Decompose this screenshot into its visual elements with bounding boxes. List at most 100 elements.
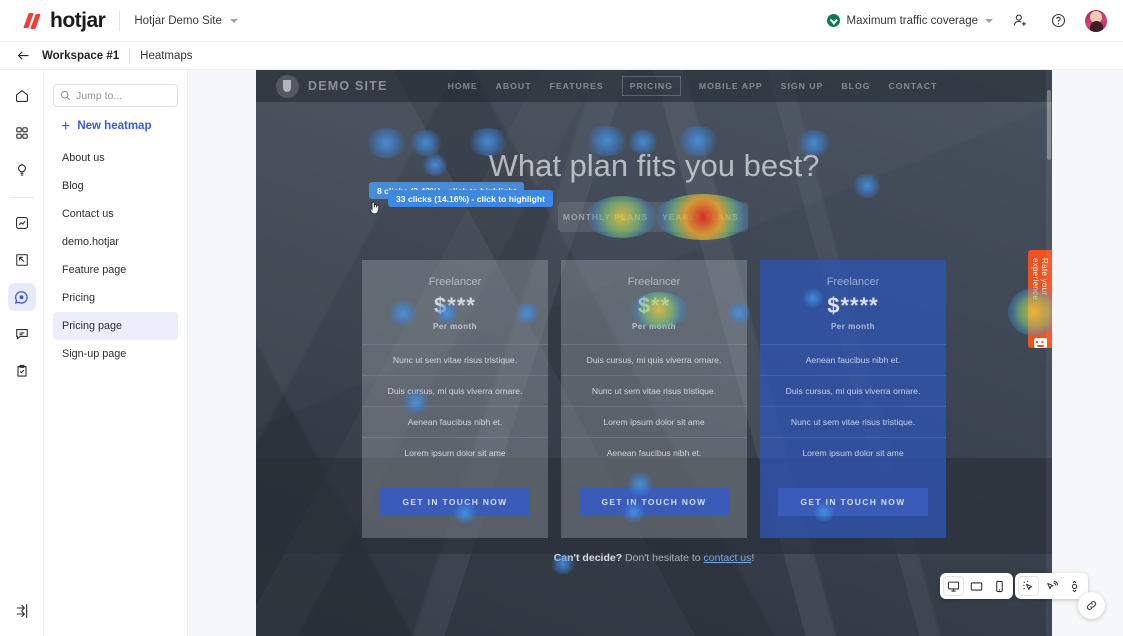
pricing-card-title: Freelancer — [627, 276, 681, 288]
heatmap-list-item[interactable]: Blog — [53, 172, 178, 200]
new-heatmap-button[interactable]: + New heatmap — [53, 117, 178, 135]
get-in-touch-button[interactable]: GET IN TOUCH NOW — [380, 488, 530, 516]
surveys-icon[interactable] — [8, 357, 36, 385]
header-actions: Maximum traffic coverage — [826, 9, 1123, 32]
tablet-icon[interactable] — [966, 576, 987, 596]
search-box[interactable] — [53, 84, 178, 107]
pricing-card: Freelancer $*** Per month Nunc ut sem vitae… — [362, 260, 548, 538]
pointer-hand-icon — [368, 200, 382, 216]
recordings-icon[interactable] — [8, 246, 36, 274]
home-icon[interactable] — [8, 82, 36, 110]
device-toolbar — [940, 573, 1013, 599]
heatmap-list-item[interactable]: Pricing — [53, 284, 178, 312]
top-header: hotjar Hotjar Demo Site Maximum traffic … — [0, 0, 1123, 42]
preview-scrollbar-track[interactable] — [1046, 70, 1052, 636]
site-logo-icon — [276, 74, 299, 98]
share-link-icon[interactable] — [1078, 592, 1105, 619]
help-circle-icon[interactable] — [1047, 10, 1069, 32]
add-user-icon[interactable] — [1009, 10, 1031, 32]
pricing-card-period: Per month — [830, 322, 876, 331]
hotjar-mark-icon — [24, 11, 43, 30]
pricing-card-period: Per month — [631, 322, 677, 331]
expand-sidebar-icon[interactable] — [10, 602, 34, 626]
pricing-card-feature: Aenean faucibus nibh et. — [760, 344, 946, 375]
avatar[interactable] — [1085, 9, 1107, 32]
toggle-yearly[interactable]: YEARLY PLANS — [653, 202, 748, 232]
pricing-card-price: $*** — [434, 293, 476, 318]
pricing-card-feature: Duis cursus, mi quis viverra ornare. — [760, 375, 946, 406]
pricing-card-feature: Nunc ut sem vitae risus tristique. — [561, 375, 747, 406]
toggle-monthly[interactable]: MONTHLY PLANS — [558, 202, 653, 232]
heatmaps-icon[interactable] — [7, 283, 36, 311]
lightbulb-icon[interactable] — [8, 156, 36, 184]
preview-scrollbar-thumb[interactable] — [1047, 90, 1051, 160]
back-arrow-icon[interactable] — [14, 47, 32, 65]
get-in-touch-button[interactable]: GET IN TOUCH NOW — [778, 488, 928, 516]
heatmap-list-item[interactable]: demo.hotjar — [53, 228, 178, 256]
heatmap-list-item[interactable]: About us — [53, 144, 178, 172]
pricing-card-period: Per month — [432, 322, 478, 331]
pricing-card: Freelancer $**** Per month Aenean faucibus … — [760, 260, 946, 538]
cant-decide-text: Don't hesitate to — [622, 552, 704, 564]
new-heatmap-label: New heatmap — [77, 120, 152, 132]
contact-us-link[interactable]: contact us — [704, 552, 752, 564]
pricing-cards: Freelancer $*** Per month Nunc ut sem vitae… — [256, 260, 1052, 538]
dashboard-icon[interactable] — [8, 119, 36, 147]
pricing-card-cta-wrap: GET IN TOUCH NOW — [561, 468, 747, 538]
hotjar-heatmap-app: hotjar Hotjar Demo Site Maximum traffic … — [0, 0, 1123, 636]
pricing-card-feature: Duis cursus, mi quis viverra ornare. — [561, 344, 747, 375]
heatmap-list-item[interactable]: Contact us — [53, 200, 178, 228]
pricing-card: Freelancer $** Per month Duis cursus, mi qu… — [561, 260, 747, 538]
heatmap-mode-toolbar — [1015, 573, 1088, 599]
site-selector-label: Hotjar Demo Site — [134, 14, 222, 27]
pricing-card-feature: Aenean faucibus nibh et. — [561, 437, 747, 468]
feedback-icon[interactable] — [8, 320, 36, 348]
heatmap-list-item[interactable]: Sign-up page — [53, 340, 178, 368]
site-selector[interactable]: Hotjar Demo Site — [134, 15, 238, 27]
pricing-card-header: Freelancer $*** Per month — [362, 260, 548, 344]
breadcrumb-current[interactable]: Heatmaps — [140, 50, 192, 62]
pricing-card-feature: Nunc ut sem vitae risus tristique. — [760, 406, 946, 437]
header-divider — [119, 10, 121, 31]
scroll-map-icon[interactable] — [1064, 576, 1085, 596]
search-icon — [60, 90, 71, 101]
heatmap-stage: DEMO SITE HOME ABOUT FEATURES PRICING MOBILE… — [188, 70, 1123, 636]
site-nav-link[interactable]: FEATURES — [550, 81, 604, 91]
pricing-card-header: Freelancer $**** Per month — [760, 260, 946, 344]
site-nav-link[interactable]: MOBILE APP — [699, 81, 763, 91]
click-map-icon[interactable] — [1018, 576, 1039, 596]
cant-decide-tail: ! — [751, 552, 755, 564]
plus-icon: + — [61, 117, 71, 135]
site-nav-link[interactable]: PRICING — [621, 76, 681, 96]
search-input[interactable] — [76, 89, 177, 102]
move-map-icon[interactable] — [1041, 576, 1062, 596]
breadcrumb-workspace[interactable]: Workspace #1 — [42, 50, 119, 62]
pricing-card-header: Freelancer $** Per month — [561, 260, 747, 344]
mobile-icon[interactable] — [989, 576, 1010, 596]
desktop-icon[interactable] — [943, 576, 964, 596]
site-nav-link[interactable]: SIGN UP — [781, 81, 824, 91]
pricing-card-title: Freelancer — [826, 276, 880, 288]
trends-icon[interactable] — [8, 209, 36, 237]
heatmap-list-item[interactable]: Pricing page — [53, 312, 178, 340]
get-in-touch-button[interactable]: GET IN TOUCH NOW — [579, 488, 729, 516]
traffic-coverage-selector[interactable]: Maximum traffic coverage — [826, 14, 993, 27]
billing-period-toggle[interactable]: MONTHLY PLANS YEARLY PLANS — [558, 202, 748, 232]
heatmap-list-item[interactable]: Feature page — [53, 256, 178, 284]
pricing-card-price: $** — [637, 293, 671, 318]
site-nav-link[interactable]: ABOUT — [496, 81, 532, 91]
chevron-down-icon — [229, 18, 238, 23]
pricing-card-cta-wrap: GET IN TOUCH NOW — [760, 468, 946, 538]
pricing-card-feature: Nunc ut sem vitae risus tristique. — [362, 344, 548, 375]
site-nav-link[interactable]: BLOG — [841, 81, 870, 91]
brand-logo[interactable]: hotjar — [0, 9, 106, 33]
breadcrumb-separator — [129, 48, 131, 63]
site-logo[interactable]: DEMO SITE — [276, 74, 388, 98]
page-title: What plan fits you best? — [488, 148, 820, 183]
pricing-card-title: Freelancer — [428, 276, 482, 288]
site-navbar: DEMO SITE HOME ABOUT FEATURES PRICING MOBILE… — [256, 70, 1052, 102]
site-nav-link[interactable]: CONTACT — [889, 81, 938, 91]
pricing-card-feature: Aenean faucibus nibh et. — [362, 406, 548, 437]
site-nav-link[interactable]: HOME — [448, 81, 478, 91]
site-nav-links: HOME ABOUT FEATURES PRICING MOBILE APP SIGN U… — [448, 76, 938, 96]
